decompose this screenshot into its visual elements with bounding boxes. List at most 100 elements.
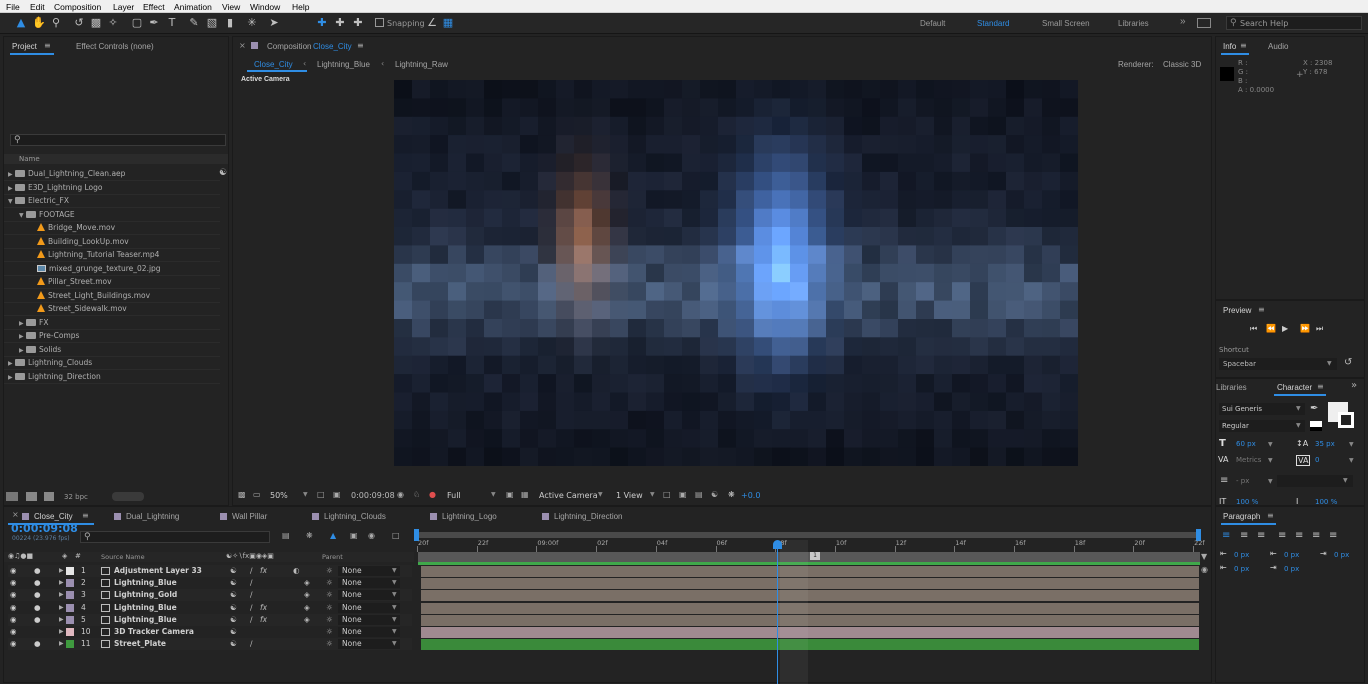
camera-tool-icon[interactable]: ▩ bbox=[89, 16, 103, 30]
shortcut-dropdown[interactable]: Spacebar ▼ bbox=[1219, 358, 1337, 370]
reset-icon[interactable]: ↺ bbox=[1344, 357, 1352, 368]
breadcrumb-lightning-blue[interactable]: Lightning_Blue bbox=[317, 60, 370, 69]
project-item[interactable]: ▶ E3D_Lightning Logo bbox=[8, 181, 220, 194]
layer-name[interactable]: 3D Tracker Camera bbox=[114, 626, 194, 638]
puppet-pin-tool-icon[interactable]: ➤ bbox=[267, 16, 281, 30]
menu-animation[interactable]: Animation bbox=[174, 2, 212, 12]
renderer-value[interactable]: Classic 3D bbox=[1163, 60, 1201, 69]
tab-audio[interactable]: Audio bbox=[1268, 42, 1288, 51]
shy-switch-icon[interactable]: ☯ bbox=[230, 638, 237, 650]
pick-whip-icon[interactable]: ☼ bbox=[326, 577, 333, 589]
workspace-overflow-icon[interactable]: » bbox=[1180, 16, 1186, 27]
vertical-scale-value[interactable]: 100 % bbox=[1236, 498, 1258, 506]
zoom-dropdown[interactable]: 50% bbox=[270, 491, 288, 500]
workspace-standard[interactable]: Standard bbox=[977, 19, 1009, 28]
pan-behind-tool-icon[interactable]: ✧ bbox=[106, 16, 120, 30]
project-item[interactable]: Street_Light_Buildings.mov bbox=[8, 289, 220, 302]
quality-switch-icon[interactable]: ∕ bbox=[250, 577, 253, 589]
parent-dropdown[interactable]: None bbox=[342, 577, 362, 589]
project-item[interactable]: Bridge_Move.mov bbox=[8, 221, 220, 234]
label-color-swatch[interactable] bbox=[66, 628, 74, 636]
workspace-libraries[interactable]: Libraries bbox=[1118, 19, 1149, 28]
world-axis-icon[interactable]: ✚ bbox=[333, 16, 347, 30]
previous-frame-icon[interactable]: ⏪ bbox=[1266, 324, 1276, 333]
workspace-default[interactable]: Default bbox=[920, 19, 945, 28]
panel-menu-icon[interactable]: ≡ bbox=[82, 511, 89, 520]
view-layout-dropdown[interactable]: 1 View bbox=[616, 491, 643, 500]
space-after-value[interactable]: 0 px bbox=[1284, 565, 1299, 573]
quality-switch-icon[interactable]: ∕ bbox=[250, 638, 253, 650]
graph-editor-icon[interactable]: □ bbox=[392, 531, 400, 540]
shy-switch-icon[interactable]: ☯ bbox=[230, 577, 237, 589]
project-search-input[interactable]: ⚲ bbox=[10, 134, 226, 146]
expand-triangle-icon[interactable]: ▶ bbox=[59, 577, 64, 589]
menu-composition[interactable]: Composition bbox=[54, 2, 101, 12]
project-item[interactable]: Pillar_Street.mov bbox=[8, 275, 220, 288]
eyedropper-icon[interactable]: ✒ bbox=[1310, 403, 1318, 414]
tab-libraries[interactable]: Libraries bbox=[1216, 383, 1247, 392]
pick-whip-icon[interactable]: ☼ bbox=[326, 565, 333, 577]
comp-button-icon[interactable]: ▼ bbox=[1201, 552, 1207, 561]
layer-duration-bar[interactable] bbox=[421, 602, 1199, 614]
breadcrumb-lightning-raw[interactable]: Lightning_Raw bbox=[395, 60, 448, 69]
layer-row[interactable]: ◉ ● ▶ 5 Lightning_Blue ☯ ∕ fx ◈ ☼ None ▼ bbox=[8, 613, 412, 626]
eye-icon[interactable]: ◉ bbox=[10, 589, 17, 601]
kerning-value[interactable]: Metrics bbox=[1236, 456, 1261, 464]
layer-row[interactable]: ◉ ▶ 10 3D Tracker Camera ☯ ☼ None ▼ bbox=[8, 626, 412, 638]
playhead-line[interactable] bbox=[777, 547, 778, 684]
tab-effect-controls[interactable]: Effect Controls (none) bbox=[76, 42, 154, 51]
snap-edges-icon[interactable]: ∠ bbox=[425, 16, 439, 30]
quality-switch-icon[interactable]: ∕ bbox=[250, 565, 253, 577]
layer-duration-bar[interactable] bbox=[421, 566, 1199, 577]
first-frame-icon[interactable]: ⏮ bbox=[1250, 324, 1257, 334]
align-center-icon[interactable]: ≡ bbox=[1240, 530, 1248, 541]
project-item[interactable]: ▶ FX bbox=[8, 316, 220, 329]
menu-view[interactable]: View bbox=[222, 2, 240, 12]
justify-left-icon[interactable]: ≡ bbox=[1278, 530, 1286, 541]
composition-viewer-frame[interactable] bbox=[394, 80, 1078, 466]
project-item[interactable]: mixed_grunge_texture_02.jpg bbox=[8, 262, 220, 275]
justify-center-icon[interactable]: ≡ bbox=[1295, 530, 1303, 541]
layer-duration-bar[interactable] bbox=[421, 639, 1199, 651]
rectangle-tool-icon[interactable]: ▢ bbox=[130, 16, 144, 30]
pick-whip-icon[interactable]: ☼ bbox=[326, 589, 333, 601]
layer-row[interactable]: ◉ ● ▶ 3 Lightning_Gold ☯ ∕ ◈ ☼ None ▼ bbox=[8, 589, 412, 602]
label-color-swatch[interactable] bbox=[66, 579, 74, 588]
quality-switch-icon[interactable]: ∕ bbox=[250, 614, 253, 626]
interpret-footage-icon[interactable] bbox=[6, 492, 18, 501]
zoom-slider-icon[interactable]: ◉ bbox=[1201, 565, 1208, 574]
hand-tool-icon[interactable]: ✋ bbox=[32, 16, 46, 30]
align-right-icon[interactable]: ≡ bbox=[1257, 530, 1265, 541]
expand-triangle-icon[interactable]: ▶ bbox=[59, 614, 64, 626]
workspace-small-screen[interactable]: Small Screen bbox=[1042, 19, 1090, 28]
exposure-value[interactable]: +0.0 bbox=[741, 491, 760, 500]
expand-triangle-icon[interactable]: ▶ bbox=[59, 638, 64, 650]
project-item[interactable]: ▼ Electric_FX bbox=[8, 194, 220, 207]
composition-title-name[interactable]: Close_City bbox=[313, 42, 352, 51]
timeline-icon[interactable]: ▤ bbox=[695, 490, 703, 499]
solo-dot-icon[interactable]: ● bbox=[34, 565, 41, 577]
new-composition-icon[interactable] bbox=[44, 492, 54, 501]
project-item[interactable]: ▶ Lightning_Clouds bbox=[8, 356, 220, 369]
quality-switch-icon[interactable]: ∕ bbox=[250, 602, 253, 614]
camera-view-dropdown[interactable]: Active Camera bbox=[539, 491, 598, 500]
view-axis-icon[interactable]: ✚ bbox=[351, 16, 365, 30]
layer-duration-bar[interactable] bbox=[421, 627, 1199, 638]
close-tab-icon[interactable]: × bbox=[12, 510, 19, 519]
shy-layers-icon[interactable]: ▲ bbox=[330, 531, 336, 540]
current-time-display[interactable]: 0:00:09:08 bbox=[351, 491, 395, 500]
layer-row[interactable]: ◉ ● ▶ 2 Lightning_Blue ☯ ∕ ◈ ☼ None ▼ bbox=[8, 577, 412, 590]
panel-menu-icon[interactable]: ≡ bbox=[44, 41, 51, 50]
3d-layer-switch-icon[interactable]: ◈ bbox=[304, 589, 310, 601]
eye-icon[interactable]: ◉ bbox=[10, 565, 17, 577]
color-channel-icon[interactable]: ● bbox=[429, 490, 436, 499]
rotate-tool-icon[interactable]: ↺ bbox=[72, 16, 86, 30]
bpc-label[interactable]: 32 bpc bbox=[64, 493, 88, 501]
label-color-swatch[interactable] bbox=[66, 603, 74, 612]
tracking-value[interactable]: 0 bbox=[1315, 456, 1319, 464]
3d-layer-switch-icon[interactable]: ◈ bbox=[304, 577, 310, 589]
layer-duration-bar[interactable] bbox=[421, 614, 1199, 626]
project-item[interactable]: ▶ Pre-Comps bbox=[8, 329, 220, 342]
menu-effect[interactable]: Effect bbox=[143, 2, 165, 12]
stroke-style-dropdown[interactable]: ▼ bbox=[1277, 475, 1353, 487]
